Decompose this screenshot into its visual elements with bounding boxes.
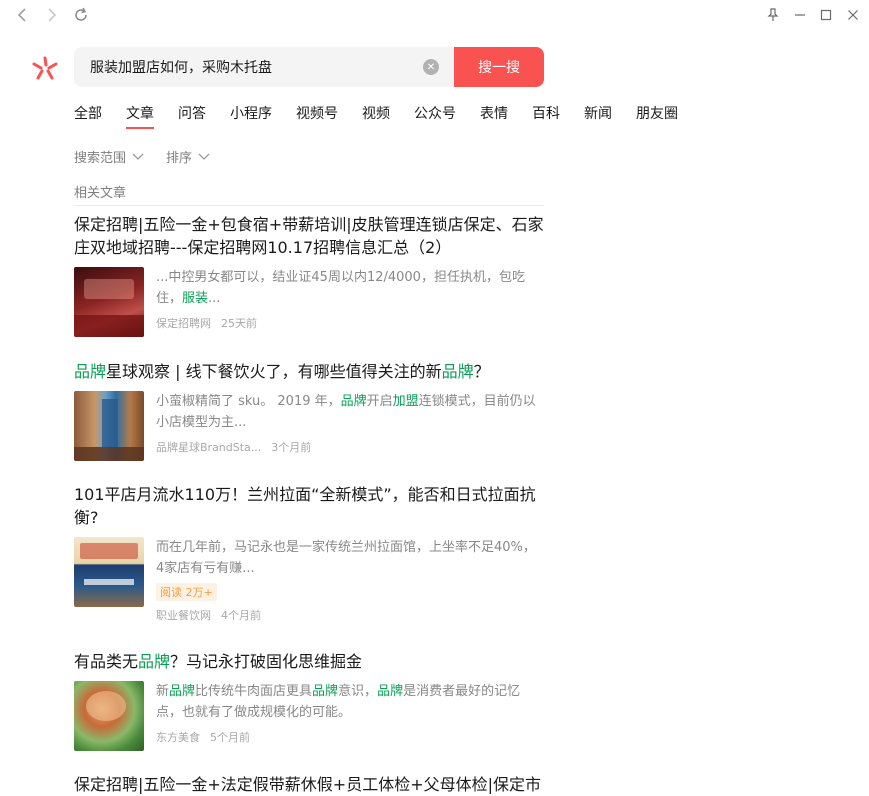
chevron-down-icon	[198, 153, 210, 160]
keyword-highlight: 加盟	[392, 394, 419, 409]
result-item[interactable]: 101平店月流水110万！兰州拉面“全新模式”，能否和日式拉面抗衡? 而在几年前…	[74, 483, 544, 623]
result-source[interactable]: 东方美食	[156, 729, 200, 745]
close-icon[interactable]	[844, 6, 862, 24]
tab-qa[interactable]: 问答	[178, 103, 206, 129]
forward-arrow-icon[interactable]	[42, 6, 60, 24]
text-segment: 保定招聘|五险一金+包食宿+带薪培训|皮肤管理连锁店保定、石家庄双地域招聘---…	[74, 215, 544, 257]
tab-all[interactable]: 全部	[74, 103, 102, 129]
search-scope-dropdown[interactable]: 搜索范围	[74, 147, 144, 166]
keyword-highlight: 品牌	[340, 394, 367, 409]
text-segment: 保定招聘|五险一金+法定假带薪休假+员工体检+父母体检|保定市	[74, 775, 542, 794]
result-title[interactable]: 品牌星球观察 | 线下餐饮火了，有哪些值得关注的新品牌？	[74, 360, 544, 383]
result-snippet: ...中控男女都可以，结业证45周以内12/4000，担任执机，包吃住，服装..…	[156, 267, 544, 309]
tab-videos[interactable]: 视频	[362, 103, 390, 129]
tab-articles[interactable]: 文章	[126, 103, 154, 129]
tab-bar: 全部 文章 问答 小程序 视频号 视频 公众号 表情 百科 新闻 朋友圈	[74, 103, 702, 129]
result-thumbnail[interactable]	[74, 391, 144, 461]
read-count-badge: 阅读 2万+	[156, 583, 217, 601]
result-time: 3个月前	[271, 441, 312, 454]
search-scope-label: 搜索范围	[74, 151, 127, 166]
text-segment: 101平店月流水110万！兰州拉面“全新模式”，能否和日式拉面抗衡?	[74, 485, 536, 527]
tab-mini-programs[interactable]: 小程序	[230, 103, 272, 129]
keyword-highlight: 品牌	[312, 684, 339, 699]
chevron-down-icon	[132, 153, 144, 160]
text-segment: 小蛮椒精简了 sku。 2019 年，	[156, 394, 341, 409]
sort-label: 排序	[166, 151, 193, 166]
result-thumbnail[interactable]	[74, 681, 144, 751]
text-segment: ...	[208, 291, 221, 306]
keyword-highlight: 品牌	[74, 362, 107, 381]
back-arrow-icon[interactable]	[14, 6, 32, 24]
search-input[interactable]: 服装加盟店如何，采购木托盘	[74, 47, 454, 87]
section-heading: 相关文章	[74, 186, 127, 201]
refresh-icon[interactable]	[72, 6, 90, 24]
clear-icon[interactable]: ✕	[423, 59, 439, 75]
text-segment: 新	[156, 684, 170, 699]
result-snippet: 而在几年前，马记永也是一家传统兰州拉面馆，上坐率不足40%，4家店有亏有赚...	[156, 537, 544, 579]
text-segment: 开启	[366, 394, 393, 409]
filter-bar: 搜索范围 排序	[74, 147, 232, 166]
keyword-highlight: 品牌	[441, 362, 474, 381]
result-snippet: 新品牌比传统牛肉面店更具品牌意识，品牌是消费者最好的记忆点，也就有了做成规模化的…	[156, 681, 544, 723]
maximize-icon[interactable]	[817, 6, 835, 24]
result-title[interactable]: 保定招聘|五险一金+法定假带薪休假+员工体检+父母体检|保定市	[74, 773, 544, 796]
text-segment: ？马记永打破固化思维掘金	[170, 652, 363, 671]
result-time: 4个月前	[221, 609, 261, 622]
text-segment: 星球观察 | 线下餐饮火了，有哪些值得关注的新	[106, 362, 442, 381]
result-time: 5个月前	[210, 731, 250, 744]
keyword-highlight: 服装	[182, 291, 209, 306]
text-segment: 比传统牛肉面店更具	[195, 684, 313, 699]
result-item[interactable]: 品牌星球观察 | 线下餐饮火了，有哪些值得关注的新品牌？ 小蛮椒精简了 sku。…	[74, 360, 544, 461]
sousou-logo-icon	[30, 54, 60, 82]
search-button[interactable]: 搜一搜	[454, 47, 544, 87]
pin-icon[interactable]	[764, 6, 782, 24]
sort-dropdown[interactable]: 排序	[166, 147, 210, 166]
tab-encyclopedia[interactable]: 百科	[532, 103, 560, 129]
result-item[interactable]: 保定招聘|五险一金+包食宿+带薪培训|皮肤管理连锁店保定、石家庄双地域招聘---…	[74, 213, 544, 337]
tab-official-accounts[interactable]: 公众号	[414, 103, 456, 129]
result-title[interactable]: 保定招聘|五险一金+包食宿+带薪培训|皮肤管理连锁店保定、石家庄双地域招聘---…	[74, 213, 544, 259]
result-source[interactable]: 品牌星球BrandSta...	[156, 439, 261, 455]
result-source[interactable]: 职业餐饮网	[156, 607, 211, 623]
search-query-text: 服装加盟店如何，采购木托盘	[90, 60, 272, 76]
result-thumbnail[interactable]	[74, 267, 144, 337]
text-segment: ？	[473, 362, 490, 381]
tab-news[interactable]: 新闻	[584, 103, 612, 129]
tab-channels[interactable]: 视频号	[296, 103, 338, 129]
result-time: 25天前	[221, 317, 257, 330]
text-segment: 而在几年前，马记永也是一家传统兰州拉面馆，上坐率不足40%，4家店有亏有赚...	[156, 540, 536, 576]
minimize-icon[interactable]	[791, 6, 809, 24]
keyword-highlight: 品牌	[138, 652, 171, 671]
keyword-highlight: 品牌	[377, 684, 404, 699]
tab-stickers[interactable]: 表情	[480, 103, 508, 129]
result-title[interactable]: 有品类无品牌？马记永打破固化思维掘金	[74, 650, 544, 673]
divider	[74, 205, 544, 206]
text-segment: 意识，	[338, 684, 378, 699]
result-item[interactable]: 有品类无品牌？马记永打破固化思维掘金 新品牌比传统牛肉面店更具品牌意识，品牌是消…	[74, 650, 544, 751]
result-title[interactable]: 101平店月流水110万！兰州拉面“全新模式”，能否和日式拉面抗衡?	[74, 483, 544, 529]
result-snippet: 小蛮椒精简了 sku。 2019 年，品牌开启加盟连锁模式，目前仍以小店模型为主…	[156, 391, 544, 433]
keyword-highlight: 品牌	[169, 684, 196, 699]
result-item[interactable]: 保定招聘|五险一金+法定假带薪休假+员工体检+父母体检|保定市	[74, 773, 544, 796]
text-segment: 有品类无	[74, 652, 139, 671]
result-source[interactable]: 保定招聘网	[156, 315, 211, 331]
tab-moments[interactable]: 朋友圈	[636, 103, 678, 129]
result-thumbnail[interactable]	[74, 537, 144, 607]
